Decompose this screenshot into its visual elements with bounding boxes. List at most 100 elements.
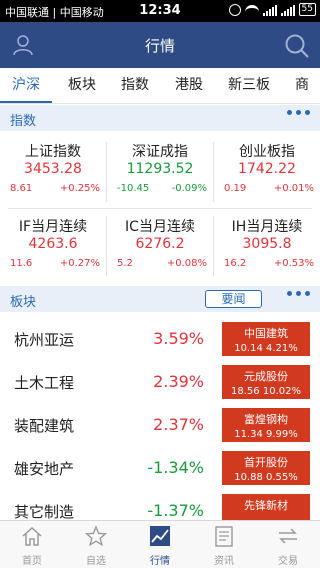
sector-name: 杭州亚运 xyxy=(14,331,75,349)
index-value: 11293.52 xyxy=(126,161,194,177)
sector-pct: 2.39% xyxy=(153,372,204,391)
index-name: 创业板指 xyxy=(239,144,295,160)
index-name: 上证指数 xyxy=(25,144,81,160)
divider xyxy=(213,142,214,202)
sector-section-header: 板块 要闻 xyxy=(0,286,320,312)
index-pct: +0.27% xyxy=(59,258,100,269)
home-icon xyxy=(22,526,42,546)
index-pct: +0.08% xyxy=(166,258,207,269)
star-icon xyxy=(85,525,107,547)
market-tabs: 沪深 板块 指数 港股 新三板 商品 xyxy=(0,68,320,127)
index-name: IF当月连续 xyxy=(18,219,88,235)
leading-stock-stat: 18.56 10.02% xyxy=(231,386,301,397)
nav-label: 交易 xyxy=(278,556,298,567)
index-name: IH当月连续 xyxy=(231,219,303,235)
index-change: 8.61 xyxy=(10,183,33,194)
nav-home[interactable]: 首页 xyxy=(0,521,64,568)
divider xyxy=(8,208,312,209)
index-card-if[interactable]: IF当月连续 4263.6 11.6 +0.27% xyxy=(0,212,106,280)
sector-name: 土木工程 xyxy=(14,374,75,392)
active-tab-indicator xyxy=(0,101,52,103)
sector-name: 雄安地产 xyxy=(14,460,75,478)
sector-row[interactable]: 杭州亚运 3.59% 中国建筑 10.14 4.21% xyxy=(0,317,320,360)
sector-pct: 3.59% xyxy=(153,329,204,348)
tab-new-third-board[interactable]: 新三板 xyxy=(228,68,270,104)
tab-sector[interactable]: 板块 xyxy=(68,68,96,104)
sector-pct: -1.37% xyxy=(147,501,204,520)
leading-stock[interactable]: 首开股份 10.88 0.55% xyxy=(222,451,310,485)
sector-row[interactable]: 雄安地产 -1.34% 首开股份 10.88 0.55% xyxy=(0,446,320,489)
nav-trade[interactable]: 交易 xyxy=(256,521,320,568)
nav-label: 行情 xyxy=(150,556,170,567)
sector-pct: 2.37% xyxy=(153,415,204,434)
status-bar: 中国联通 | 中国移动 12:34 55 xyxy=(0,0,320,22)
index-change: 11.6 xyxy=(10,258,33,269)
sector-row[interactable]: 装配建筑 2.37% 富煌钢构 11.34 9.99% xyxy=(0,403,320,446)
leading-stock-name: 元成股份 xyxy=(244,370,288,383)
signal-icon-2 xyxy=(280,4,295,16)
wifi-icon xyxy=(244,4,259,15)
leading-stock-stat: 10.88 0.55% xyxy=(234,472,298,483)
index-pct: +0.53% xyxy=(273,258,314,269)
index-change: 5.2 xyxy=(117,258,133,269)
tab-hushen[interactable]: 沪深 xyxy=(12,68,40,104)
index-change: 16.2 xyxy=(224,258,247,269)
divider xyxy=(213,216,214,276)
nav-watchlist[interactable]: 自选 xyxy=(64,521,128,568)
news-button[interactable]: 要闻 xyxy=(205,290,262,308)
sector-row[interactable]: 土木工程 2.39% 元成股份 18.56 10.02% xyxy=(0,360,320,403)
index-pct: +0.01% xyxy=(273,183,314,194)
index-card-sh[interactable]: 上证指数 3453.28 8.61 +0.25% xyxy=(0,137,106,205)
app-header: 行情 xyxy=(0,22,320,68)
divider xyxy=(106,216,107,276)
index-card-sz[interactable]: 深证成指 11293.52 -10.45 -0.09% xyxy=(107,137,213,205)
index-pct: +0.25% xyxy=(59,183,100,194)
index-card-ic[interactable]: IC当月连续 6276.2 5.2 +0.08% xyxy=(107,212,213,280)
index-change: 0.19 xyxy=(224,183,247,194)
index-value: 1742.22 xyxy=(238,161,296,177)
nav-market[interactable]: 行情 xyxy=(128,521,192,568)
chart-icon xyxy=(150,526,170,546)
leading-stock-name: 富煌钢构 xyxy=(244,413,288,426)
divider xyxy=(106,142,107,202)
search-icon[interactable] xyxy=(284,33,310,59)
index-value: 4263.6 xyxy=(28,236,78,252)
index-name: IC当月连续 xyxy=(125,219,195,235)
signal-icon xyxy=(262,4,277,16)
index-section-title: 指数 xyxy=(10,114,37,129)
index-pct: -0.09% xyxy=(171,183,207,194)
sector-pct: -1.34% xyxy=(147,458,204,477)
battery-icon: 55 xyxy=(298,3,316,16)
transfer-icon xyxy=(279,528,297,544)
leading-stock-stat: 10.14 4.21% xyxy=(234,343,298,354)
leading-stock-name: 中国建筑 xyxy=(244,327,288,340)
index-value: 3095.8 xyxy=(242,236,292,252)
leading-stock[interactable]: 中国建筑 10.14 4.21% xyxy=(222,322,310,356)
tab-commodities[interactable]: 商品 xyxy=(295,68,320,127)
leading-stock[interactable]: 元成股份 18.56 10.02% xyxy=(222,365,310,399)
leading-stock-name: 先锋新材 xyxy=(244,499,288,512)
sector-name: 其它制造 xyxy=(14,503,75,521)
index-card-ih[interactable]: IH当月连续 3095.8 16.2 +0.53% xyxy=(214,212,320,280)
nav-label: 资讯 xyxy=(214,556,234,567)
leading-stock[interactable]: 富煌钢构 11.34 9.99% xyxy=(222,408,310,442)
index-change: -10.45 xyxy=(117,183,150,194)
index-section-header: 指数 xyxy=(0,105,320,131)
nav-news[interactable]: 资讯 xyxy=(192,521,256,568)
index-value: 6276.2 xyxy=(135,236,185,252)
index-card-chinext[interactable]: 创业板指 1742.22 0.19 +0.01% xyxy=(214,137,320,205)
document-icon xyxy=(215,526,233,547)
leading-stock-name: 首开股份 xyxy=(244,456,288,469)
nav-label: 自选 xyxy=(86,556,106,567)
nav-label: 首页 xyxy=(22,556,42,567)
bottom-nav: 首页 自选 行情 资讯 交易 xyxy=(0,520,320,568)
sector-name: 装配建筑 xyxy=(14,417,75,435)
more-icon[interactable] xyxy=(287,110,310,115)
alarm-icon xyxy=(228,3,241,16)
tab-index[interactable]: 指数 xyxy=(121,68,149,104)
page-title: 行情 xyxy=(144,37,175,55)
tab-hk-stocks[interactable]: 港股 xyxy=(175,68,203,104)
index-value: 3453.28 xyxy=(24,161,82,177)
more-icon[interactable] xyxy=(287,291,310,296)
leading-stock-stat: 11.34 9.99% xyxy=(234,429,298,440)
